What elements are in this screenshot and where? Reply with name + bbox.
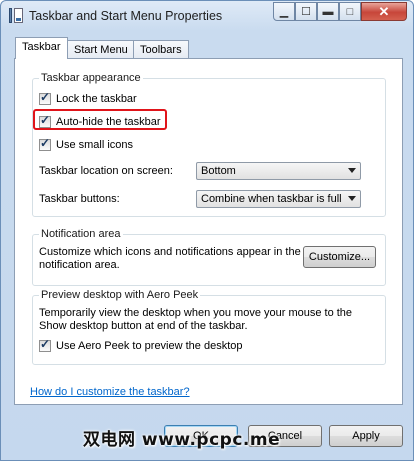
taskbar-location-label: Taskbar location on screen: (39, 165, 173, 177)
aero-peek-checkbox[interactable]: ✓ Use Aero Peek to preview the desktop (39, 337, 243, 352)
taskbar-location-value: Bottom (201, 165, 236, 177)
taskbar-appearance-heading: Taskbar appearance (39, 72, 143, 84)
apply-button[interactable]: Apply (329, 425, 403, 447)
check-icon: ✓ (40, 90, 51, 104)
taskbar-app-icon (9, 8, 23, 23)
minimize-bar-icon: ▬ (322, 5, 334, 18)
restore-icon: ☐ (301, 6, 311, 18)
help-link[interactable]: How do I customize the taskbar? (30, 386, 190, 398)
check-icon: ✓ (40, 136, 51, 150)
notification-area-heading: Notification area (39, 228, 123, 240)
checkbox-box: ✓ (39, 136, 51, 151)
aero-peek-heading: Preview desktop with Aero Peek (39, 289, 201, 301)
taskbar-buttons-value: Combine when taskbar is full (201, 193, 342, 205)
tab-toolbars[interactable]: Toolbars (133, 40, 189, 59)
customize-button[interactable]: Customize... (303, 246, 376, 268)
minimize-button[interactable]: ▁ (273, 2, 295, 21)
maximize-button[interactable]: □ (339, 2, 361, 21)
taskbar-buttons-label: Taskbar buttons: (39, 193, 120, 205)
aero-peek-description: Temporarily view the desktop when you mo… (39, 307, 353, 332)
lock-taskbar-label: Lock the taskbar (56, 93, 137, 105)
autohide-highlight-box (33, 109, 167, 130)
chevron-down-icon (348, 196, 356, 201)
dialog-client-area: Taskbar Start Menu Toolbars Taskbar appe… (8, 31, 407, 455)
checkbox-box: ✓ (39, 337, 51, 352)
tab-taskbar[interactable]: Taskbar (15, 37, 68, 59)
tab-start-menu[interactable]: Start Menu (67, 40, 135, 59)
aero-peek-label: Use Aero Peek to preview the desktop (56, 340, 243, 352)
chevron-down-icon (348, 168, 356, 173)
title-bar[interactable]: Taskbar and Start Menu Properties ▁ ☐ ▬ … (1, 1, 413, 31)
lock-taskbar-checkbox[interactable]: ✓ Lock the taskbar (39, 90, 137, 105)
window-title: Taskbar and Start Menu Properties (29, 9, 223, 23)
taskbar-minimize-button[interactable]: ▬ (317, 2, 339, 21)
taskbar-location-select[interactable]: Bottom (196, 162, 361, 180)
close-icon: ✕ (378, 3, 390, 19)
restore-button[interactable]: ☐ (295, 2, 317, 21)
small-icons-label: Use small icons (56, 139, 134, 151)
close-button[interactable]: ✕ (361, 2, 407, 21)
minimize-icon: ▁ (279, 6, 289, 18)
small-icons-checkbox[interactable]: ✓ Use small icons (39, 136, 134, 151)
watermark-text: 双电网 www.pcpc.me (83, 430, 281, 450)
properties-window: Taskbar and Start Menu Properties ▁ ☐ ▬ … (0, 0, 414, 461)
notification-area-description: Customize which icons and notifications … (39, 246, 301, 271)
taskbar-buttons-select[interactable]: Combine when taskbar is full (196, 190, 361, 208)
checkbox-box: ✓ (39, 90, 51, 105)
check-icon: ✓ (40, 337, 51, 351)
maximize-icon: □ (346, 5, 354, 18)
